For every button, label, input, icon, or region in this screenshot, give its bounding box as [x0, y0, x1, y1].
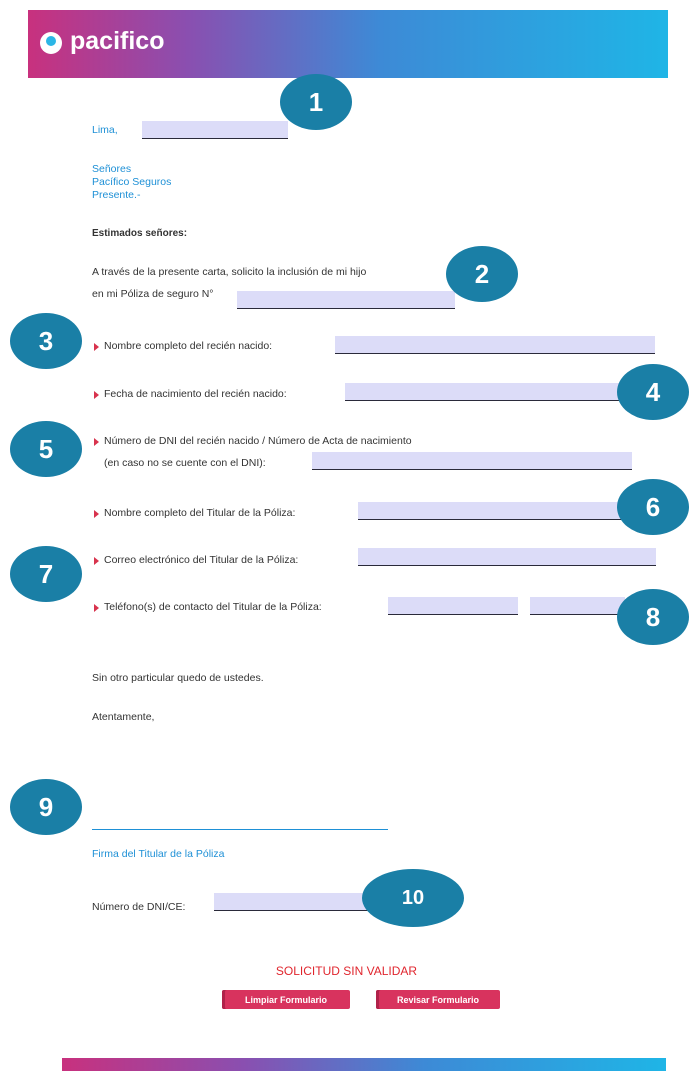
bullet-icon	[94, 557, 99, 565]
holder-phone-field-2[interactable]	[530, 597, 625, 615]
recipient-line: Señores	[92, 163, 132, 175]
brand-name: pacifico	[70, 27, 165, 55]
birth-date-label: Fecha de nacimiento del recién nacido:	[104, 388, 287, 400]
bullet-icon	[94, 391, 99, 399]
city-label: Lima,	[92, 124, 118, 136]
intro-line-2: en mi Póliza de seguro N°	[92, 288, 214, 300]
greeting: Estimados señores:	[92, 228, 188, 239]
dni-ce-label: Número de DNI/CE:	[92, 901, 186, 913]
date-field[interactable]	[142, 121, 288, 139]
step-badge: 2	[446, 246, 518, 302]
holder-phone-field-1[interactable]	[388, 597, 518, 615]
recipient-line: Pacífico Seguros	[92, 176, 172, 188]
newborn-name-label: Nombre completo del recién nacido:	[104, 340, 273, 352]
pacifico-logo-icon	[40, 32, 62, 54]
closing-line: Sin otro particular quedo de ustedes.	[92, 672, 264, 684]
recipient-line: Presente.-	[92, 189, 141, 201]
step-badge: 9	[10, 779, 82, 835]
holder-name-label: Nombre completo del Titular de la Póliza…	[104, 507, 296, 519]
step-badge: 8	[617, 589, 689, 645]
bullet-icon	[94, 343, 99, 351]
holder-phone-label: Teléfono(s) de contacto del Titular de l…	[104, 601, 322, 613]
holder-email-label: Correo electrónico del Titular de la Pól…	[104, 554, 299, 566]
intro-line-1: A través de la presente carta, solicito …	[92, 266, 367, 278]
dni-label-line2: (en caso no se cuente con el DNI):	[104, 457, 266, 469]
dni-label-line1: Número de DNI del recién nacido / Número…	[104, 435, 412, 447]
holder-name-field[interactable]	[358, 502, 628, 520]
step-badge: 6	[617, 479, 689, 535]
step-badge: 3	[10, 313, 82, 369]
step-badge: 7	[10, 546, 82, 602]
signature-line	[92, 829, 388, 830]
footer-banner	[62, 1058, 666, 1071]
newborn-dni-field[interactable]	[312, 452, 632, 470]
step-badge: 5	[10, 421, 82, 477]
header-banner: pacifico	[28, 10, 668, 78]
bullet-icon	[94, 604, 99, 612]
step-badge: 1	[280, 74, 352, 130]
clear-form-button[interactable]: Limpiar Formulario	[222, 990, 350, 1009]
signature-label: Firma del Titular de la Póliza	[92, 848, 225, 860]
bullet-icon	[94, 510, 99, 518]
regards-line: Atentamente,	[92, 711, 155, 723]
birth-date-field[interactable]	[345, 383, 630, 401]
bullet-icon	[94, 438, 99, 446]
newborn-name-field[interactable]	[335, 336, 655, 354]
step-badge: 4	[617, 364, 689, 420]
step-badge: 10	[362, 869, 464, 927]
holder-email-field[interactable]	[358, 548, 656, 566]
policy-number-field[interactable]	[237, 291, 455, 309]
dni-ce-field[interactable]	[214, 893, 374, 911]
validation-status: SOLICITUD SIN VALIDAR	[275, 964, 418, 978]
review-form-button[interactable]: Revisar Formulario	[376, 990, 500, 1009]
